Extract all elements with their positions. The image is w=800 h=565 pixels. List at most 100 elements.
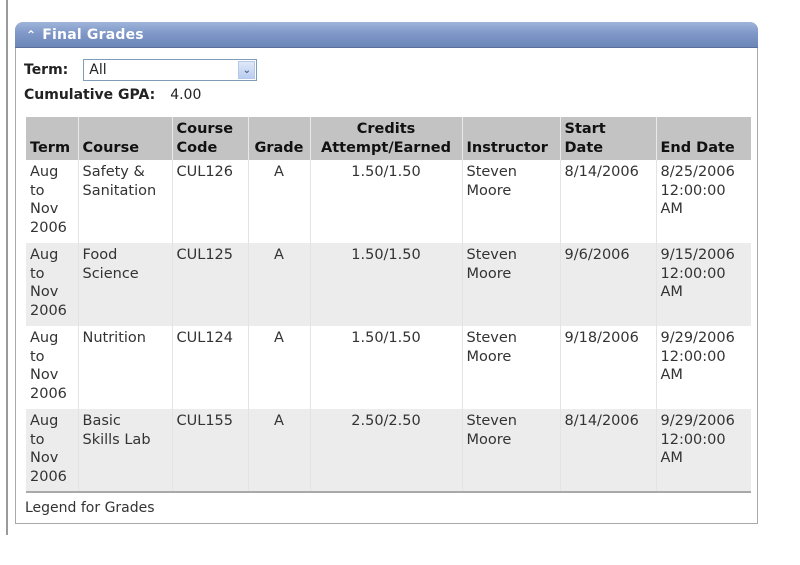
instructor-cell: Steven Moore bbox=[461, 160, 560, 243]
term-cell-line: 2006 bbox=[30, 468, 67, 485]
instructor-cell-line: Steven bbox=[466, 247, 518, 263]
start-date-cell: 8/14/2006 bbox=[559, 409, 656, 493]
term-cell-line: 2006 bbox=[30, 302, 67, 319]
table-row: Aug to Nov 2006 Food Science CUL125 A 1.50/1.50 S… bbox=[26, 243, 751, 326]
table-header-row: Term Course Course Code Grade Credits Attempt/… bbox=[26, 117, 751, 160]
end-date-cell-line: AM bbox=[660, 367, 683, 383]
term-cell: Aug to Nov 2006 bbox=[26, 243, 78, 326]
instructor-cell-line: Moore bbox=[466, 265, 512, 282]
course-cell-line: Skills Lab bbox=[82, 431, 151, 448]
column-header-course: Course bbox=[77, 117, 172, 160]
column-header-instructor: Instructor bbox=[461, 117, 560, 160]
term-cell-line: Aug bbox=[30, 330, 59, 346]
instructor-cell: Steven Moore bbox=[461, 326, 560, 409]
header-line-2: Date bbox=[564, 139, 604, 156]
term-cell: Aug to Nov 2006 bbox=[26, 160, 78, 243]
course-cell-line: Nutrition bbox=[82, 330, 147, 346]
grades-table: Term Course Course Code Grade Credits Attempt/… bbox=[26, 117, 751, 493]
column-header-term: Term bbox=[26, 117, 78, 160]
panel-header-toggle[interactable]: ⌃ Final Grades bbox=[15, 22, 758, 48]
term-select-value: All bbox=[89, 62, 107, 78]
course-cell-line: Sanitation bbox=[82, 182, 157, 199]
header-line-1: Credits bbox=[356, 121, 416, 137]
course-code-cell: CUL126 bbox=[171, 160, 248, 243]
header-line-2: Term bbox=[30, 139, 71, 156]
end-date-cell-line: 9/29/2006 bbox=[660, 330, 735, 346]
course-cell: Safety & Sanitation bbox=[77, 160, 172, 243]
end-date-cell-line: AM bbox=[660, 201, 683, 217]
term-cell-line: to bbox=[30, 182, 45, 199]
column-header-course-code: Course Code bbox=[171, 117, 248, 160]
double-chevron-up-icon[interactable]: ⌃ bbox=[26, 28, 36, 42]
instructor-cell-line: Moore bbox=[466, 348, 512, 365]
end-date-cell-line: 12:00:00 bbox=[660, 431, 726, 448]
term-cell-line: Aug bbox=[30, 164, 59, 180]
gpa-value: 4.00 bbox=[170, 87, 202, 103]
grade-cell: A bbox=[247, 326, 310, 409]
instructor-cell-line: Moore bbox=[466, 182, 512, 199]
column-header-grade: Grade bbox=[247, 117, 310, 160]
term-cell-line: Aug bbox=[30, 413, 59, 429]
course-cell: Nutrition bbox=[77, 326, 172, 409]
term-cell-line: to bbox=[30, 431, 45, 448]
credits-cell: 2.50/2.50 bbox=[309, 409, 462, 493]
end-date-cell-line: 12:00:00 bbox=[660, 182, 726, 199]
term-filter-row: Term: All ⌄ bbox=[24, 58, 757, 82]
term-cell-line: to bbox=[30, 265, 45, 282]
grade-cell: A bbox=[247, 160, 310, 243]
table-row: Aug to Nov 2006 Safety & Sanitation CUL126 A 1.5… bbox=[26, 160, 751, 243]
legend-for-grades-link[interactable]: Legend for Grades bbox=[25, 500, 155, 516]
header-line-2: Code bbox=[176, 139, 218, 156]
column-header-end-date: End Date bbox=[655, 117, 751, 160]
column-header-credits: Credits Attempt/Earned bbox=[309, 117, 462, 160]
term-cell-line: 2006 bbox=[30, 385, 67, 402]
end-date-cell: 9/29/2006 12:00:00 AM bbox=[655, 326, 751, 409]
end-date-cell-line: 12:00:00 bbox=[660, 265, 726, 282]
course-cell-line: Basic bbox=[82, 413, 121, 429]
header-line-1: Course bbox=[176, 121, 234, 137]
instructor-cell-line: Steven bbox=[466, 330, 518, 346]
header-line-2: Grade bbox=[254, 139, 304, 156]
term-cell-line: Nov bbox=[30, 201, 59, 217]
course-cell-line: Safety & bbox=[82, 164, 145, 180]
term-cell-line: Aug bbox=[30, 247, 59, 263]
column-header-start-date: Start Date bbox=[559, 117, 656, 160]
end-date-cell-line: 9/29/2006 bbox=[660, 413, 735, 429]
term-select[interactable]: All ⌄ bbox=[83, 59, 258, 81]
instructor-cell: Steven Moore bbox=[461, 243, 560, 326]
start-date-cell: 9/18/2006 bbox=[559, 326, 656, 409]
header-line-1: Start bbox=[564, 121, 606, 137]
instructor-cell: Steven Moore bbox=[461, 409, 560, 493]
header-line-2: Attempt/Earned bbox=[320, 139, 451, 156]
end-date-cell-line: 9/15/2006 bbox=[660, 247, 735, 263]
credits-cell: 1.50/1.50 bbox=[309, 326, 462, 409]
end-date-cell-line: 8/25/2006 bbox=[660, 164, 735, 180]
term-cell-line: 2006 bbox=[30, 219, 67, 236]
credits-cell: 1.50/1.50 bbox=[309, 243, 462, 326]
course-cell: Food Science bbox=[77, 243, 172, 326]
instructor-cell-line: Steven bbox=[466, 413, 518, 429]
end-date-cell-line: AM bbox=[660, 450, 683, 466]
term-cell-line: Nov bbox=[30, 367, 59, 383]
term-cell-line: Nov bbox=[30, 284, 59, 300]
instructor-cell-line: Moore bbox=[466, 431, 512, 448]
end-date-cell-line: AM bbox=[660, 284, 683, 300]
term-cell: Aug to Nov 2006 bbox=[26, 326, 78, 409]
term-label: Term: bbox=[24, 62, 69, 78]
course-cell-line: Food bbox=[82, 247, 118, 263]
header-line-2: Course bbox=[82, 139, 140, 156]
course-code-cell: CUL155 bbox=[171, 409, 248, 493]
course-cell-line: Science bbox=[82, 265, 139, 282]
end-date-cell: 9/15/2006 12:00:00 AM bbox=[655, 243, 751, 326]
final-grades-panel: ⌃ Final Grades Term: All ⌄ Cumulative GP… bbox=[15, 22, 758, 524]
filters: Term: All ⌄ Cumulative GPA: 4.00 bbox=[16, 48, 757, 106]
course-code-cell: CUL125 bbox=[171, 243, 248, 326]
page-left-border bbox=[6, 0, 8, 535]
grade-cell: A bbox=[247, 243, 310, 326]
gpa-row: Cumulative GPA: 4.00 bbox=[24, 84, 757, 106]
term-cell: Aug to Nov 2006 bbox=[26, 409, 78, 493]
panel-title: Final Grades bbox=[42, 26, 144, 43]
chevron-down-icon[interactable]: ⌄ bbox=[238, 61, 256, 79]
credits-cell: 1.50/1.50 bbox=[309, 160, 462, 243]
table-row: Aug to Nov 2006 Basic Skills Lab CUL155 A 2.50/2… bbox=[26, 409, 751, 493]
